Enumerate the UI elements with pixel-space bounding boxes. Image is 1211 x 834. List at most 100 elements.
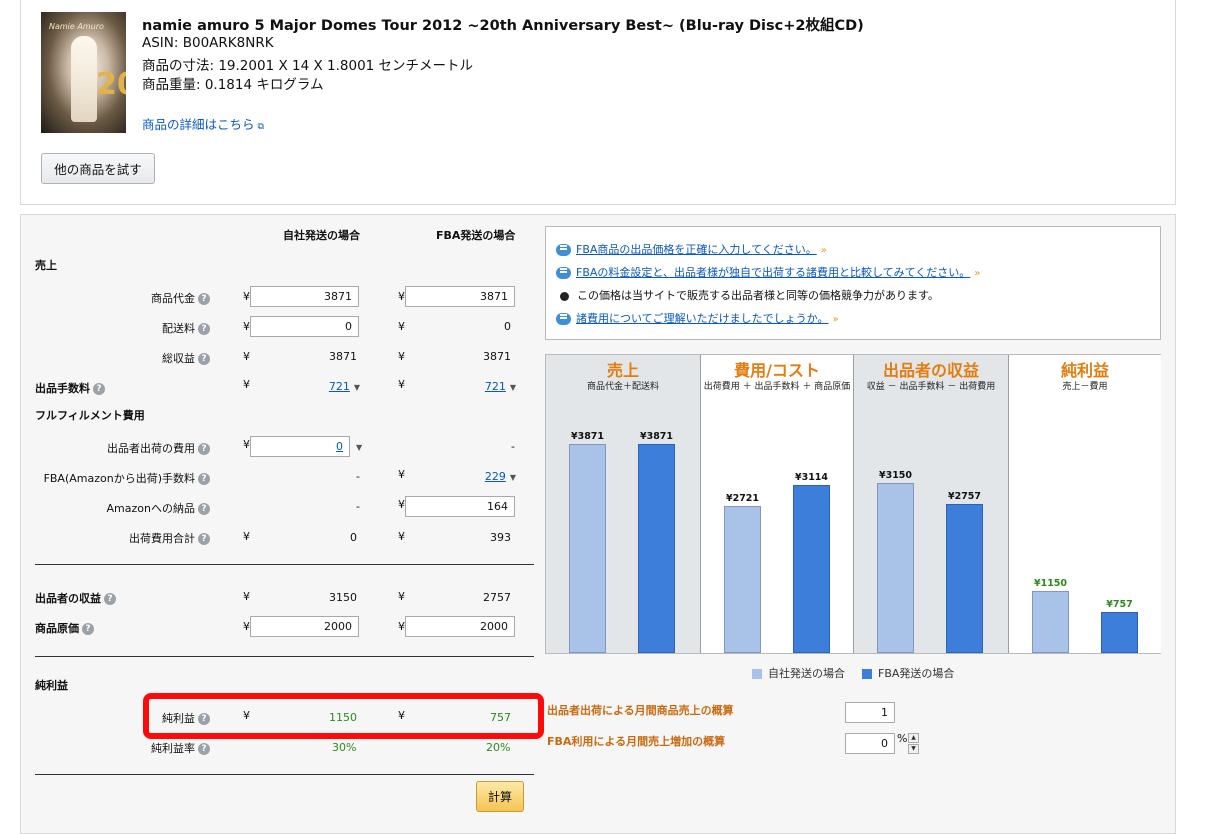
fba-total-shipping: 393 (490, 531, 511, 544)
product-cover-image: Namie Amuro 20 (41, 12, 126, 133)
merchant-cost-of-goods-input[interactable] (250, 616, 359, 637)
currency-symbol: ¥ (243, 530, 250, 543)
monthly-merchant-sales-input[interactable] (845, 702, 895, 723)
currency-symbol: ¥ (243, 290, 250, 303)
merchant-net-margin: 30% (332, 741, 357, 754)
speech-bubble-icon (556, 244, 571, 256)
fba-fee-link[interactable]: 229 ▼ (446, 470, 516, 483)
merchant-column-header: 自社発送の場合 (283, 229, 360, 242)
cover-figure (71, 36, 97, 122)
chevron-down-icon[interactable]: » (821, 245, 827, 256)
chart-column: 純利益売上－費用 ¥1150 ¥757 (1008, 355, 1161, 653)
chart-category-subtitle: 売上－費用 (1062, 382, 1108, 392)
chart-data-label: ¥3114 (794, 472, 829, 483)
chart-bar-fba (946, 504, 983, 653)
chart-data-label: ¥757 (1106, 599, 1133, 610)
currency-symbol: ¥ (398, 590, 405, 603)
help-icon[interactable]: ? (198, 473, 210, 485)
chart-data-label: ¥1150 (1033, 578, 1068, 589)
seller-proceeds-label: 出品者の収益? (35, 590, 116, 606)
help-icon[interactable]: ? (198, 503, 210, 515)
cost-of-goods-label: 商品原価? (35, 620, 94, 636)
help-icon[interactable]: ? (93, 383, 105, 395)
chart-category-title: 売上 (606, 361, 639, 380)
info-item[interactable]: FBAの料金設定と、出品者様が独自で出荷する諸費用と比較してみてください。» (556, 264, 980, 280)
fulfillment-section-title: フルフィルメント費用 (35, 409, 145, 422)
legend-merchant: 自社発送の場合 (752, 665, 845, 681)
merchant-shipping-cost-input[interactable]: 0 (250, 436, 350, 457)
product-detail-link[interactable]: 商品の詳細はこちら ⧉ (142, 114, 264, 133)
help-icon[interactable]: ? (198, 353, 210, 365)
fba-column-header: FBA発送の場合 (436, 229, 516, 242)
percent-sign: % (897, 732, 908, 745)
currency-symbol: ¥ (398, 290, 405, 303)
legend-fba: FBA発送の場合 (862, 665, 954, 681)
fba-sales-increase-input[interactable] (845, 733, 895, 754)
currency-symbol: ¥ (398, 498, 405, 511)
info-item[interactable]: 諸費用についてご理解いただけましたでしょうか。» (556, 310, 839, 326)
help-icon[interactable]: ? (198, 293, 210, 305)
currency-symbol: ¥ (243, 320, 250, 333)
currency-symbol: ¥ (398, 350, 405, 363)
chart-category-subtitle: 商品代金＋配送料 (586, 382, 659, 392)
dropdown-caret-icon[interactable]: ▼ (352, 440, 362, 453)
info-item[interactable]: FBA商品の出品価格を正確に入力してください。» (556, 241, 827, 257)
help-icon[interactable]: ? (82, 623, 94, 635)
currency-symbol: ¥ (243, 438, 250, 451)
help-icon[interactable]: ? (198, 743, 210, 755)
dropdown-caret-icon[interactable]: ▼ (354, 383, 360, 392)
product-asin: ASIN: B00ARK8NRK (142, 35, 274, 51)
chart-bar-merchant (877, 483, 914, 653)
currency-symbol: ¥ (243, 620, 250, 633)
calculate-button[interactable]: 計算 (476, 781, 524, 812)
decrement-arrow-icon[interactable]: ▼ (908, 744, 919, 754)
chart-data-label: ¥2757 (947, 491, 982, 502)
fba-selling-fee-link[interactable]: 721 ▼ (446, 380, 516, 393)
net-profit-section-title: 純利益 (35, 679, 68, 692)
currency-symbol: ¥ (243, 378, 250, 391)
speech-bubble-icon (556, 313, 571, 325)
merchant-shipping-input[interactable] (250, 316, 359, 337)
try-other-product-button[interactable]: 他の商品を試す (41, 153, 155, 184)
speech-bubble-icon (556, 267, 571, 279)
chart-data-label: ¥3871 (570, 431, 605, 442)
fba-net-margin: 20% (486, 741, 511, 754)
comparison-bar-chart: 売上 商品代金＋配送料 ¥3871 ¥3871 費用/コスト 出荷費用 ＋ 出品手数料 ＋… (545, 354, 1161, 654)
help-icon[interactable]: ? (104, 593, 116, 605)
dropdown-caret-icon[interactable]: ▼ (510, 473, 516, 482)
chevron-down-icon[interactable]: » (832, 314, 838, 325)
info-message-box: FBA商品の出品価格を正確に入力してください。» FBAの料金設定と、出品者様が… (545, 226, 1161, 340)
chart-data-label: ¥2721 (725, 493, 760, 504)
cover-number: 20 (96, 67, 126, 102)
chevron-down-icon[interactable]: » (974, 268, 980, 279)
fba-item-price-input[interactable] (405, 286, 515, 307)
currency-symbol: ¥ (243, 590, 250, 603)
fba-inbound-input[interactable] (405, 496, 515, 517)
shipping-label: 配送料? (40, 320, 210, 336)
chart-data-label: ¥3150 (878, 470, 913, 481)
help-icon[interactable]: ? (198, 533, 210, 545)
merchant-selling-fee-link[interactable]: 721 ▼ (290, 380, 360, 393)
product-title: namie amuro 5 Major Domes Tour 2012 ~20t… (142, 18, 864, 34)
currency-symbol: ¥ (398, 530, 405, 543)
monthly-merchant-sales-label: 出品者出荷による月間商品売上の概算 (547, 704, 734, 717)
fba-cost-of-goods-input[interactable] (405, 616, 515, 637)
merchant-total-shipping: 0 (350, 531, 357, 544)
total-shipping-label: 出荷費用合計? (40, 530, 210, 546)
total-revenue-label: 総収益? (40, 350, 210, 366)
merchant-item-price-input[interactable] (250, 286, 359, 307)
increment-arrow-icon[interactable]: ▲ (908, 733, 919, 743)
dropdown-caret-icon[interactable]: ▼ (510, 383, 516, 392)
chart-category-title: 純利益 (1060, 361, 1109, 380)
chart-bar-merchant (1032, 591, 1069, 653)
chart-category-title: 出品者の収益 (882, 361, 979, 380)
currency-symbol: ¥ (243, 350, 250, 363)
chart-column: 売上 商品代金＋配送料 ¥3871 ¥3871 (546, 355, 700, 653)
currency-symbol: ¥ (398, 468, 405, 481)
help-icon[interactable]: ? (198, 323, 210, 335)
chart-bar-fba (1101, 612, 1138, 653)
help-icon[interactable]: ? (198, 443, 210, 455)
chart-bar-fba (793, 485, 830, 653)
currency-symbol: ¥ (398, 320, 405, 333)
chart-bar-merchant (724, 506, 761, 653)
